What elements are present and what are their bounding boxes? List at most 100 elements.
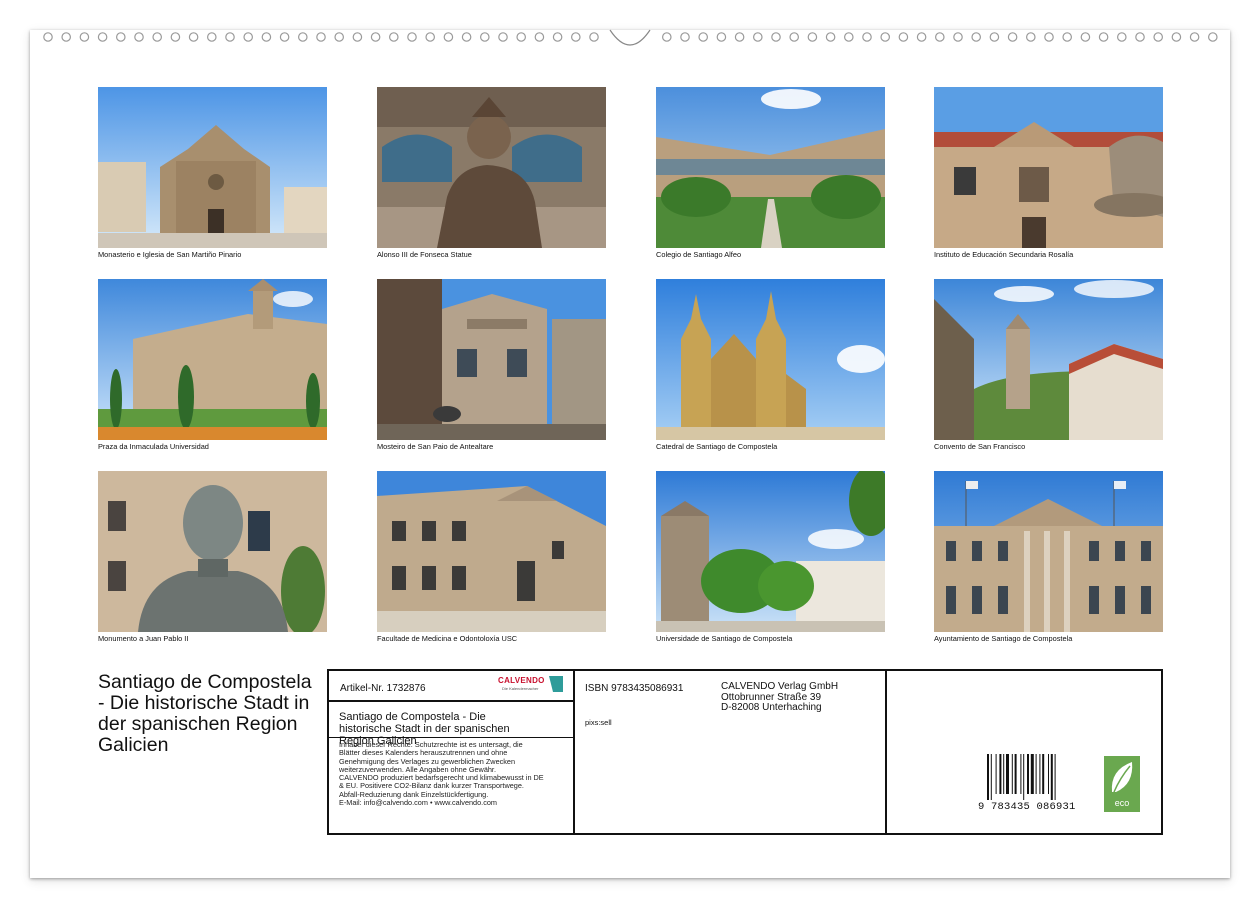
barcode-bar <box>1030 754 1034 794</box>
binding-ring <box>334 32 344 42</box>
barcode-bar <box>995 754 997 794</box>
publisher-line: CALVENDO Verlag GmbH <box>721 681 839 692</box>
barcode-bar <box>1054 754 1056 800</box>
binding-ring <box>1098 32 1109 42</box>
binding-ring <box>134 32 144 42</box>
photo-caption: Colegio de Santiago Alfeo <box>656 250 742 259</box>
barcode-bar <box>1023 754 1025 800</box>
photo-monasterio-san-martino <box>98 87 327 248</box>
photo-caption: Catedral de Santiago de Compostela <box>656 442 778 451</box>
binding-ring <box>1153 32 1163 42</box>
binding-ring <box>1171 32 1182 42</box>
binding-ring <box>661 32 672 42</box>
binding-ring <box>570 32 581 42</box>
binding-ring <box>862 32 872 42</box>
photo-caption: Instituto de Educación Secundaria Rosalí… <box>934 250 1074 259</box>
barcode-bar <box>1039 754 1041 794</box>
binding-ring <box>1208 32 1218 42</box>
photo-caption: Alonso III de Fonseca Statue <box>377 250 472 259</box>
author: pixs:sell <box>585 718 612 727</box>
binding-ring <box>898 32 909 42</box>
binding-ring <box>388 32 399 42</box>
binding-ring <box>152 32 162 42</box>
binding-ring <box>934 32 945 42</box>
binding-ring <box>97 32 108 42</box>
binding-ring <box>752 32 763 42</box>
binding-ring <box>407 32 417 42</box>
photo-fonseca-statue <box>377 87 606 248</box>
binding-ring <box>261 32 272 42</box>
binding-ring <box>352 32 363 42</box>
hanger-notch <box>609 29 651 46</box>
binding-ring <box>734 32 745 42</box>
photo-convento-san-francisco <box>934 279 1163 440</box>
binding-ring <box>807 32 818 42</box>
photo-caption: Convento de San Francisco <box>934 442 1026 451</box>
photo-praza-inmaculada <box>98 279 327 440</box>
barcode-bar <box>990 754 992 800</box>
photo-caption: Monumento a Juan Pablo II <box>98 634 189 643</box>
calvendo-tagline: Die Kalendermacher <box>502 686 539 691</box>
binding-ring <box>552 32 563 42</box>
legal-line: E-Mail: info@calvendo.com • www.calvendo… <box>339 798 497 808</box>
legal-notice: Inhaber dieser Rechte: Schutzrechte ist … <box>339 740 544 808</box>
binding-ring <box>698 32 708 42</box>
photo-caption: Universidade de Santiago de Compostela <box>656 634 793 643</box>
calvendo-logo: CALVENDO Die Kalendermacher <box>496 676 566 696</box>
imprint-divider <box>329 700 574 702</box>
barcode-bar <box>1014 754 1017 794</box>
binding-ring <box>843 32 854 42</box>
publisher-address: CALVENDO Verlag GmbH Ottobrunner Straße … <box>721 681 839 714</box>
article-number: Artikel-Nr. 1732876 <box>340 683 426 694</box>
binding-ring <box>225 32 235 42</box>
binding-ring <box>61 32 71 42</box>
publisher-line: D-82008 Unterhaching <box>721 702 822 713</box>
binding-ring <box>479 32 490 42</box>
calvendo-mark-icon <box>549 676 563 692</box>
photo-ayuntamiento-santiago <box>934 471 1163 632</box>
photo-instituto-rosalia <box>934 87 1163 248</box>
binding-ring <box>771 32 781 42</box>
photo-caption: Facultade de Medicina e Odontoloxía USC <box>377 634 518 643</box>
barcode-bar <box>987 754 989 800</box>
photo-monumento-juan-pablo <box>98 471 327 632</box>
binding-ring <box>207 32 217 42</box>
barcode-bar <box>1048 754 1049 794</box>
binding-ring <box>170 32 181 42</box>
binding-ring <box>425 32 435 42</box>
photo-universidade-santiago <box>656 471 885 632</box>
binding-ring <box>461 32 472 42</box>
binding-ring <box>716 32 727 42</box>
calendar-title: Santiago de Compostela - Die historische… <box>98 671 312 756</box>
photo-caption: Monasterio e Iglesia de San Martiño Pina… <box>98 250 242 259</box>
binding-ring <box>516 32 526 42</box>
binding-ring <box>243 32 253 42</box>
binding-ring <box>1189 32 1200 42</box>
photo-colegio-santiago-alfeo <box>656 87 885 248</box>
binding-ring <box>953 32 963 42</box>
binding-ring <box>1026 32 1036 42</box>
photo-caption: Praza da Inmaculada Universidad <box>98 442 209 451</box>
barcode-bar <box>1011 754 1013 794</box>
binding-ring <box>680 32 690 42</box>
photo-caption: Ayuntamiento de Santiago de Compostela <box>934 634 1073 643</box>
binding-ring <box>1007 32 1018 42</box>
barcode-digits: 9 783435 086931 <box>978 801 1076 813</box>
binding-ring <box>279 32 290 42</box>
binding-ring <box>1135 32 1145 42</box>
barcode-bar <box>999 754 1002 794</box>
binding-ring <box>1062 32 1072 42</box>
barcode-bar <box>1042 754 1045 794</box>
binding-ring <box>443 32 454 42</box>
eco-label: eco <box>1114 798 1130 808</box>
barcode-bar <box>1006 754 1009 794</box>
photo-mosteiro-san-paio <box>377 279 606 440</box>
leaf-icon <box>1111 762 1133 793</box>
binding-ring <box>1044 32 1054 42</box>
binding-ring <box>971 32 981 42</box>
binding-ring <box>880 32 890 42</box>
binding-ring <box>79 32 90 42</box>
isbn: ISBN 9783435086931 <box>585 683 684 694</box>
photo-catedral-santiago <box>656 279 885 440</box>
binding-ring <box>589 32 599 42</box>
